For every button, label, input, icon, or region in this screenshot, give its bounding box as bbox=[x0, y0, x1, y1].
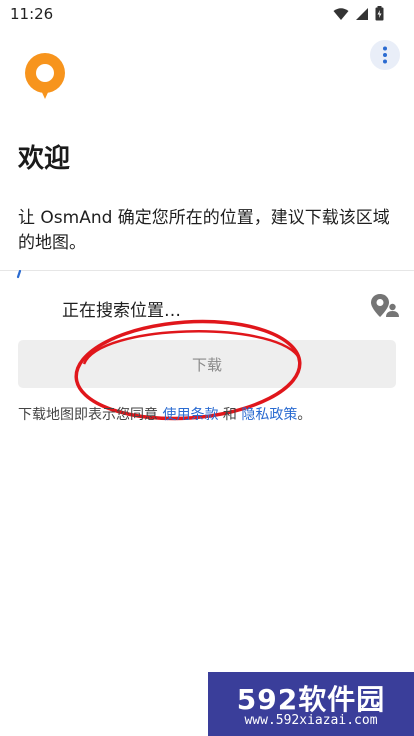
searching-location-label: 正在搜索位置… bbox=[62, 301, 181, 321]
battery-icon bbox=[375, 6, 384, 21]
download-button[interactable]: 下载 bbox=[18, 340, 396, 388]
privacy-policy-link[interactable]: 隐私政策 bbox=[241, 407, 297, 423]
more-vertical-icon bbox=[383, 46, 387, 64]
welcome-description: 让 OsmAnd 确定您所在的位置，建议下载该区域的地图。 bbox=[18, 208, 390, 253]
terms-suffix: 。 bbox=[297, 407, 312, 423]
watermark: 592软件园 www.592xiazai.com bbox=[208, 672, 414, 736]
status-icons bbox=[333, 6, 384, 21]
status-bar: 11:26 bbox=[0, 0, 414, 30]
loading-spinner bbox=[15, 265, 25, 284]
status-time: 11:26 bbox=[10, 5, 54, 23]
overflow-menu-button[interactable] bbox=[370, 40, 400, 70]
signal-icon bbox=[356, 7, 368, 20]
terms-prefix: 下载地图即表示您同意 bbox=[18, 407, 158, 423]
spinner-icon bbox=[16, 269, 22, 279]
location-person-button[interactable] bbox=[370, 292, 400, 324]
watermark-brand: 592软件园 bbox=[236, 683, 386, 716]
welcome-title: 欢迎 bbox=[18, 144, 71, 174]
terms-notice: 下载地图即表示您同意 使用条款 和 隐私政策。 bbox=[18, 404, 311, 424]
terms-joiner: 和 bbox=[222, 407, 237, 423]
osmand-map-pin-logo bbox=[25, 53, 65, 99]
location-person-icon bbox=[371, 294, 399, 317]
watermark-url: www.592xiazai.com bbox=[244, 713, 378, 728]
wifi-icon bbox=[333, 7, 349, 20]
divider bbox=[0, 270, 414, 271]
terms-of-use-link[interactable]: 使用条款 bbox=[162, 407, 218, 423]
osmand-logo bbox=[24, 52, 66, 106]
